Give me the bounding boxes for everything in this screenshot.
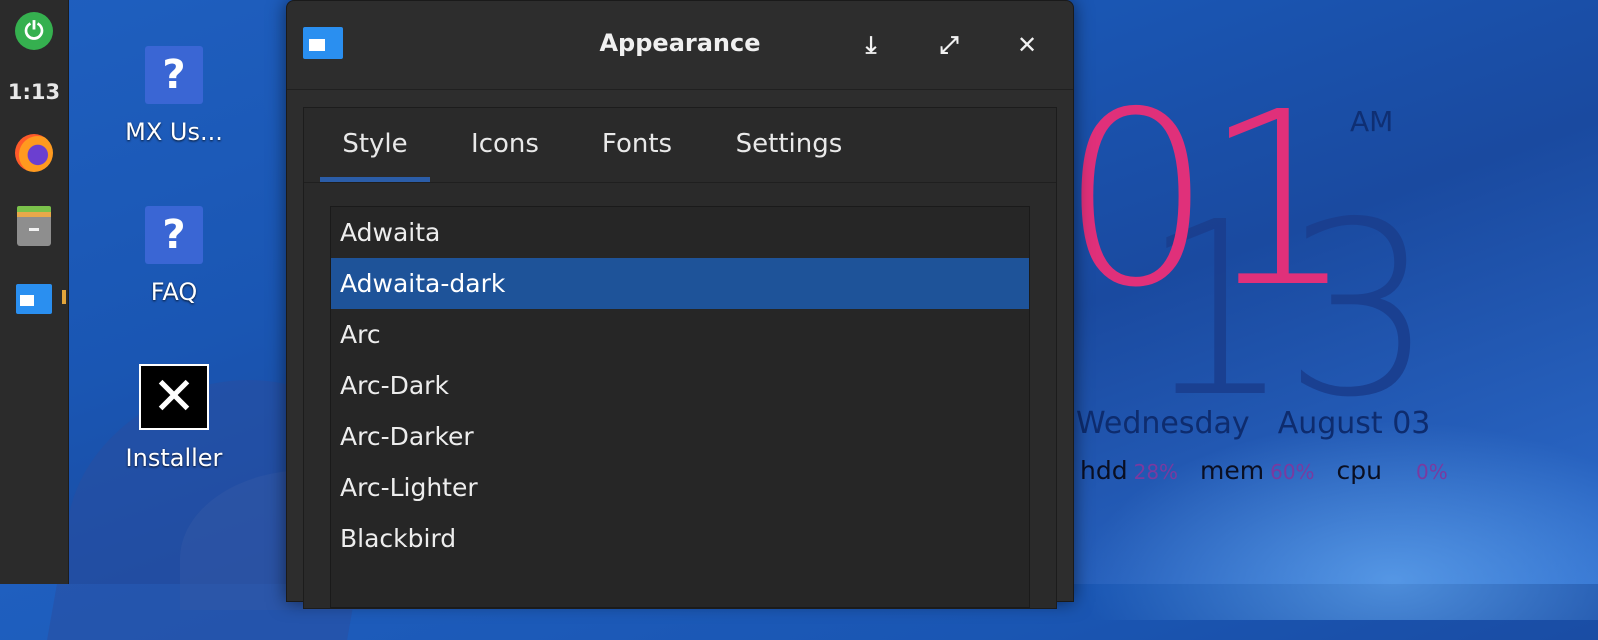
question-icon: ? [145, 206, 203, 264]
conky-date: August 03 [1277, 406, 1431, 441]
panel-exit-button[interactable]: ⏻ [0, 12, 68, 50]
conky-stats-row: hdd 28% mem 60% cpu 0% [1080, 456, 1462, 485]
exit-icon: ⏻ [15, 12, 53, 50]
theme-list-item[interactable]: Arc-Darker [331, 411, 1029, 462]
conky-stat-value: 0% [1415, 460, 1448, 484]
tab-style[interactable]: Style [320, 108, 430, 182]
tab-label: Style [342, 129, 408, 159]
theme-list-item-selected[interactable]: Adwaita-dark [331, 258, 1029, 309]
maximize-icon: ⤢ [939, 31, 959, 59]
conky-stat-label: cpu [1336, 456, 1382, 485]
panel-clock[interactable]: 1:13 [0, 80, 68, 104]
conky-stat-label: mem [1200, 456, 1265, 485]
panel-active-indicator [62, 290, 66, 304]
panel-clock-text: 1:13 [7, 80, 61, 104]
theme-list-item[interactable]: Arc-Dark [331, 360, 1029, 411]
theme-list-item[interactable]: Arc [331, 309, 1029, 360]
tab-icons[interactable]: Icons [450, 108, 560, 180]
close-icon: ✕ [1016, 31, 1038, 59]
maximize-button[interactable]: ⤢ [929, 25, 969, 65]
theme-list[interactable]: Adwaita Adwaita-dark Arc Arc-Dark Arc-Da… [330, 206, 1030, 608]
file-manager-icon [17, 206, 51, 246]
question-icon: ? [145, 46, 203, 104]
mx-installer-icon: ✕ [139, 364, 209, 430]
window-titlebar[interactable]: Appearance ⤓ ⤢ ✕ [287, 1, 1073, 90]
window-content: Style Icons Fonts Settings Adwaita Adwai… [303, 107, 1057, 609]
conky-weekday: Wednesday [1076, 406, 1250, 441]
tab-label: Icons [471, 129, 539, 159]
desktop-icon-label: Installer [125, 444, 223, 472]
desktop-icon-label: FAQ [150, 278, 198, 306]
desktop-icon-mx-user-manual[interactable]: ? MX Us... [104, 46, 244, 146]
theme-list-item[interactable]: Arc-Lighter [331, 462, 1029, 513]
tab-fonts[interactable]: Fonts [582, 108, 692, 180]
theme-list-item[interactable]: Adwaita [331, 207, 1029, 258]
download-icon: ⤓ [865, 31, 877, 59]
conky-hour: 01 [1060, 60, 1355, 340]
firefox-icon [15, 134, 53, 172]
conky-ampm: AM [1350, 105, 1394, 138]
desktop-icon-label: MX Us... [125, 118, 223, 146]
conky-date-row: Wednesday August 03 [1076, 406, 1430, 441]
left-panel: ⏻ 1:13 [0, 0, 69, 584]
desktop-icon-faq[interactable]: ? FAQ [104, 206, 244, 306]
panel-task-appearance[interactable] [0, 284, 68, 314]
close-button[interactable]: ✕ [1007, 25, 1047, 65]
tab-bar: Style Icons Fonts Settings [304, 108, 1056, 183]
appearance-app-icon [16, 284, 52, 314]
conky-stat-label: hdd [1080, 456, 1128, 485]
desktop-icon-installer[interactable]: ✕ Installer [104, 364, 244, 472]
panel-file-manager-launcher[interactable] [0, 206, 68, 246]
theme-list-item[interactable]: Blackbird [331, 513, 1029, 564]
tab-label: Settings [735, 129, 843, 159]
tab-settings[interactable]: Settings [724, 108, 854, 180]
appearance-window: Appearance ⤓ ⤢ ✕ Style Icons Fonts Setti… [286, 0, 1074, 609]
tab-label: Fonts [601, 129, 673, 159]
download-button[interactable]: ⤓ [851, 25, 891, 65]
conky-stat-value: 28% [1133, 460, 1179, 484]
conky-clock-widget: 13 01 AM Wednesday August 03 hdd 28% mem 60… [1060, 80, 1580, 500]
conky-stat-value: 60% [1270, 460, 1315, 484]
panel-firefox-launcher[interactable] [0, 134, 68, 172]
